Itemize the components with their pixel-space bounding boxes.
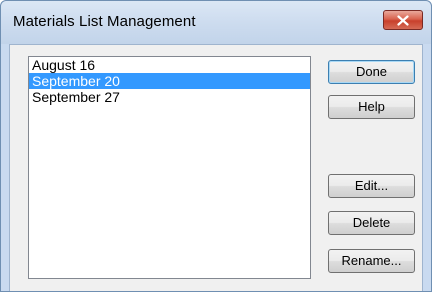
help-button[interactable]: Help: [328, 95, 415, 119]
materials-listbox[interactable]: August 16 September 20 September 27: [28, 56, 311, 279]
done-button[interactable]: Done: [328, 60, 415, 84]
delete-button[interactable]: Delete: [328, 211, 415, 235]
title-bar[interactable]: Materials List Management: [1, 1, 431, 44]
materials-list-dialog: Materials List Management August 16 Sept…: [0, 0, 432, 292]
list-item[interactable]: August 16: [29, 57, 310, 73]
dialog-client-area: August 16 September 20 September 27 Done…: [9, 44, 423, 291]
list-item-selected[interactable]: September 20: [29, 73, 310, 89]
rename-button[interactable]: Rename...: [328, 249, 415, 273]
edit-button[interactable]: Edit...: [328, 174, 415, 198]
close-icon: [397, 15, 409, 26]
list-item[interactable]: September 27: [29, 89, 310, 105]
close-button[interactable]: [383, 10, 423, 30]
window-title: Materials List Management: [13, 13, 196, 30]
